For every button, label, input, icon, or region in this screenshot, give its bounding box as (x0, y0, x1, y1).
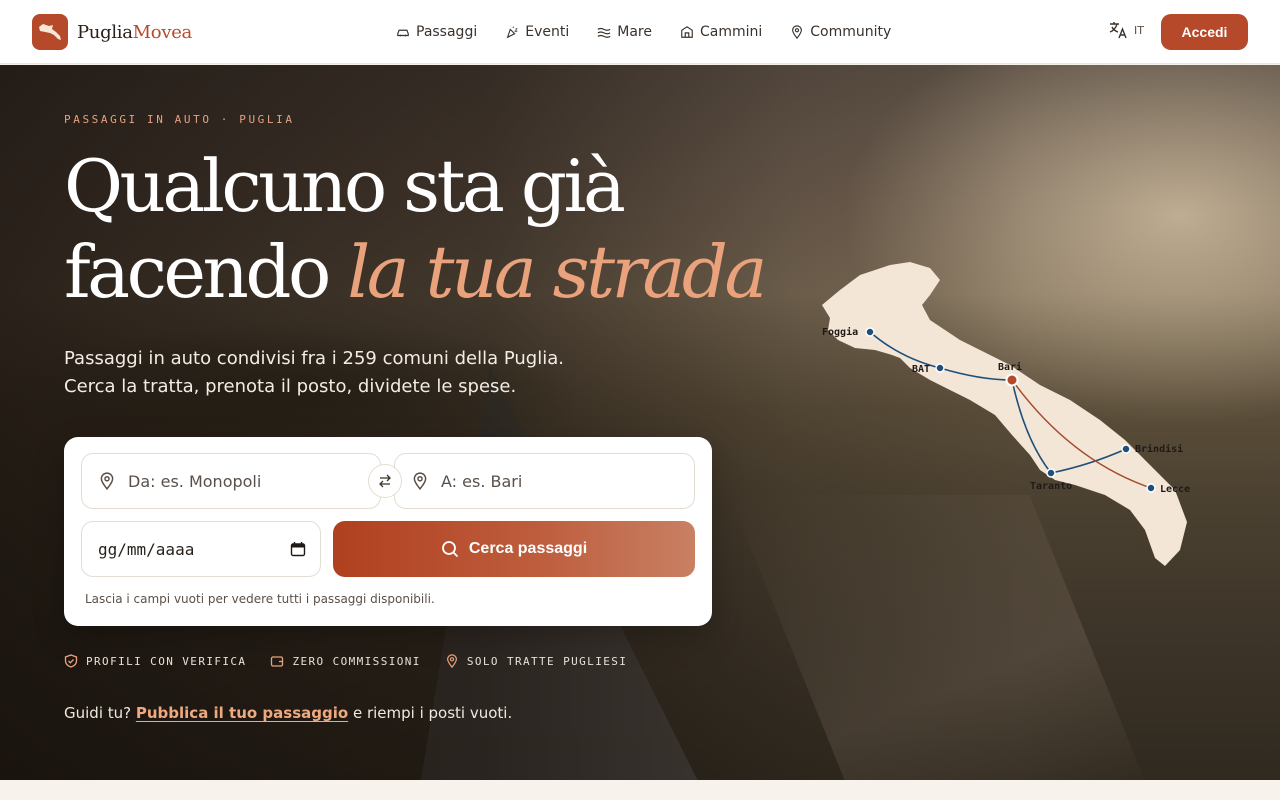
nav-passaggi[interactable]: Passaggi (396, 24, 477, 40)
nav-label: Community (810, 24, 892, 40)
party-icon (506, 26, 518, 39)
hero-eyebrow: PASSAGGI IN AUTO · PUGLIA (64, 113, 295, 126)
building-icon (681, 26, 693, 38)
hero-section: PASSAGGI IN AUTO · PUGLIA Qualcuno sta g… (0, 65, 1280, 780)
translate-icon (1109, 22, 1127, 39)
hero-title-accent: la tua strada (347, 230, 767, 314)
to-input[interactable] (441, 471, 641, 491)
nav-label: Passaggi (416, 24, 478, 40)
city-label: Lecce (1160, 484, 1190, 495)
city-label: Foggia (822, 326, 858, 338)
badge-no-fees: ZERO COMMISSIONI (270, 654, 420, 668)
city-label: Bari (998, 361, 1022, 373)
swap-arrows-icon (379, 474, 391, 488)
puglia-logo-icon (32, 14, 68, 50)
from-input[interactable] (128, 471, 348, 491)
swap-button[interactable] (368, 464, 402, 498)
nav-cammini[interactable]: Cammini (680, 24, 762, 40)
driver-cta: Guidi tu? Pubblica il tuo passaggio e ri… (64, 704, 512, 722)
pin-icon (792, 25, 803, 39)
next-section-edge (0, 780, 1280, 800)
hero-subtitle-line1: Passaggi in auto condivisi fra i 259 com… (64, 348, 564, 369)
search-button[interactable]: Cerca passaggi (333, 521, 695, 577)
shield-icon (64, 654, 78, 668)
hero-title: Qualcuno sta già facendo la tua strada (64, 143, 767, 315)
main-nav: Passaggi Eventi Mare Cammini Community (396, 0, 891, 64)
nav-mare[interactable]: Mare (597, 24, 652, 40)
hero-subtitle: Passaggi in auto condivisi fra i 259 com… (64, 345, 644, 401)
date-input[interactable]: gg/mm/aaaa (98, 540, 194, 559)
wallet-icon (271, 656, 284, 667)
calendar-icon[interactable] (290, 541, 306, 557)
pin-icon (100, 472, 114, 490)
nav-eventi[interactable]: Eventi (505, 24, 569, 40)
hero-title-line2: facendo (64, 230, 348, 314)
pin-icon (413, 472, 427, 490)
from-field[interactable] (81, 453, 381, 509)
brand-name: PugliaMovea (77, 21, 192, 43)
city-label: Taranto (1030, 481, 1072, 492)
badge-label: ZERO COMMISSIONI (292, 654, 421, 668)
language-switcher[interactable]: IT (1108, 20, 1144, 40)
badge-label: PROFILI CON VERIFICA (86, 654, 247, 668)
badge-verified: PROFILI CON VERIFICA (64, 654, 246, 668)
language-code: IT (1134, 23, 1144, 37)
waves-icon (597, 27, 611, 38)
login-button[interactable]: Accedi (1161, 14, 1248, 50)
nav-label: Cammini (699, 24, 763, 40)
brand-logo[interactable]: PugliaMovea (32, 14, 192, 50)
badge-label: SOLO TRATTE PUGLIESI (466, 654, 628, 668)
pin-icon (446, 654, 457, 668)
nav-label: Eventi (525, 24, 570, 40)
city-label: Brindisi (1135, 443, 1183, 455)
trust-badges: PROFILI CON VERIFICA ZERO COMMISSIONI SO… (64, 654, 627, 668)
cta-suffix: e riempi i posti vuoti. (348, 704, 513, 722)
top-header: PugliaMovea Passaggi Eventi Mare Cammini… (0, 0, 1280, 64)
publish-ride-link[interactable]: Pubblica il tuo passaggio (136, 704, 348, 722)
search-hint: Lascia i campi vuoti per vedere tutti i … (85, 592, 435, 606)
nav-label: Mare (617, 24, 652, 40)
search-button-label: Cerca passaggi (468, 540, 588, 557)
car-icon (397, 29, 409, 37)
nav-community[interactable]: Community (790, 24, 891, 40)
badge-puglia-only: SOLO TRATTE PUGLIESI (445, 654, 627, 668)
search-card: gg/mm/aaaa Cerca passaggi Lascia i campi… (64, 437, 712, 626)
puglia-route-map: Foggia BAT Bari Brindisi Taranto Lecce (822, 262, 1190, 566)
hero-title-line1: Qualcuno sta già (64, 144, 626, 228)
to-field[interactable] (394, 453, 695, 509)
city-label: BAT (912, 364, 930, 375)
date-field[interactable]: gg/mm/aaaa (81, 521, 321, 577)
cta-prefix: Guidi tu? (64, 704, 136, 722)
hero-subtitle-line2: Cerca la tratta, prenota il posto, divid… (64, 376, 517, 397)
puglia-region-shape (822, 262, 1187, 566)
search-icon (441, 541, 458, 558)
